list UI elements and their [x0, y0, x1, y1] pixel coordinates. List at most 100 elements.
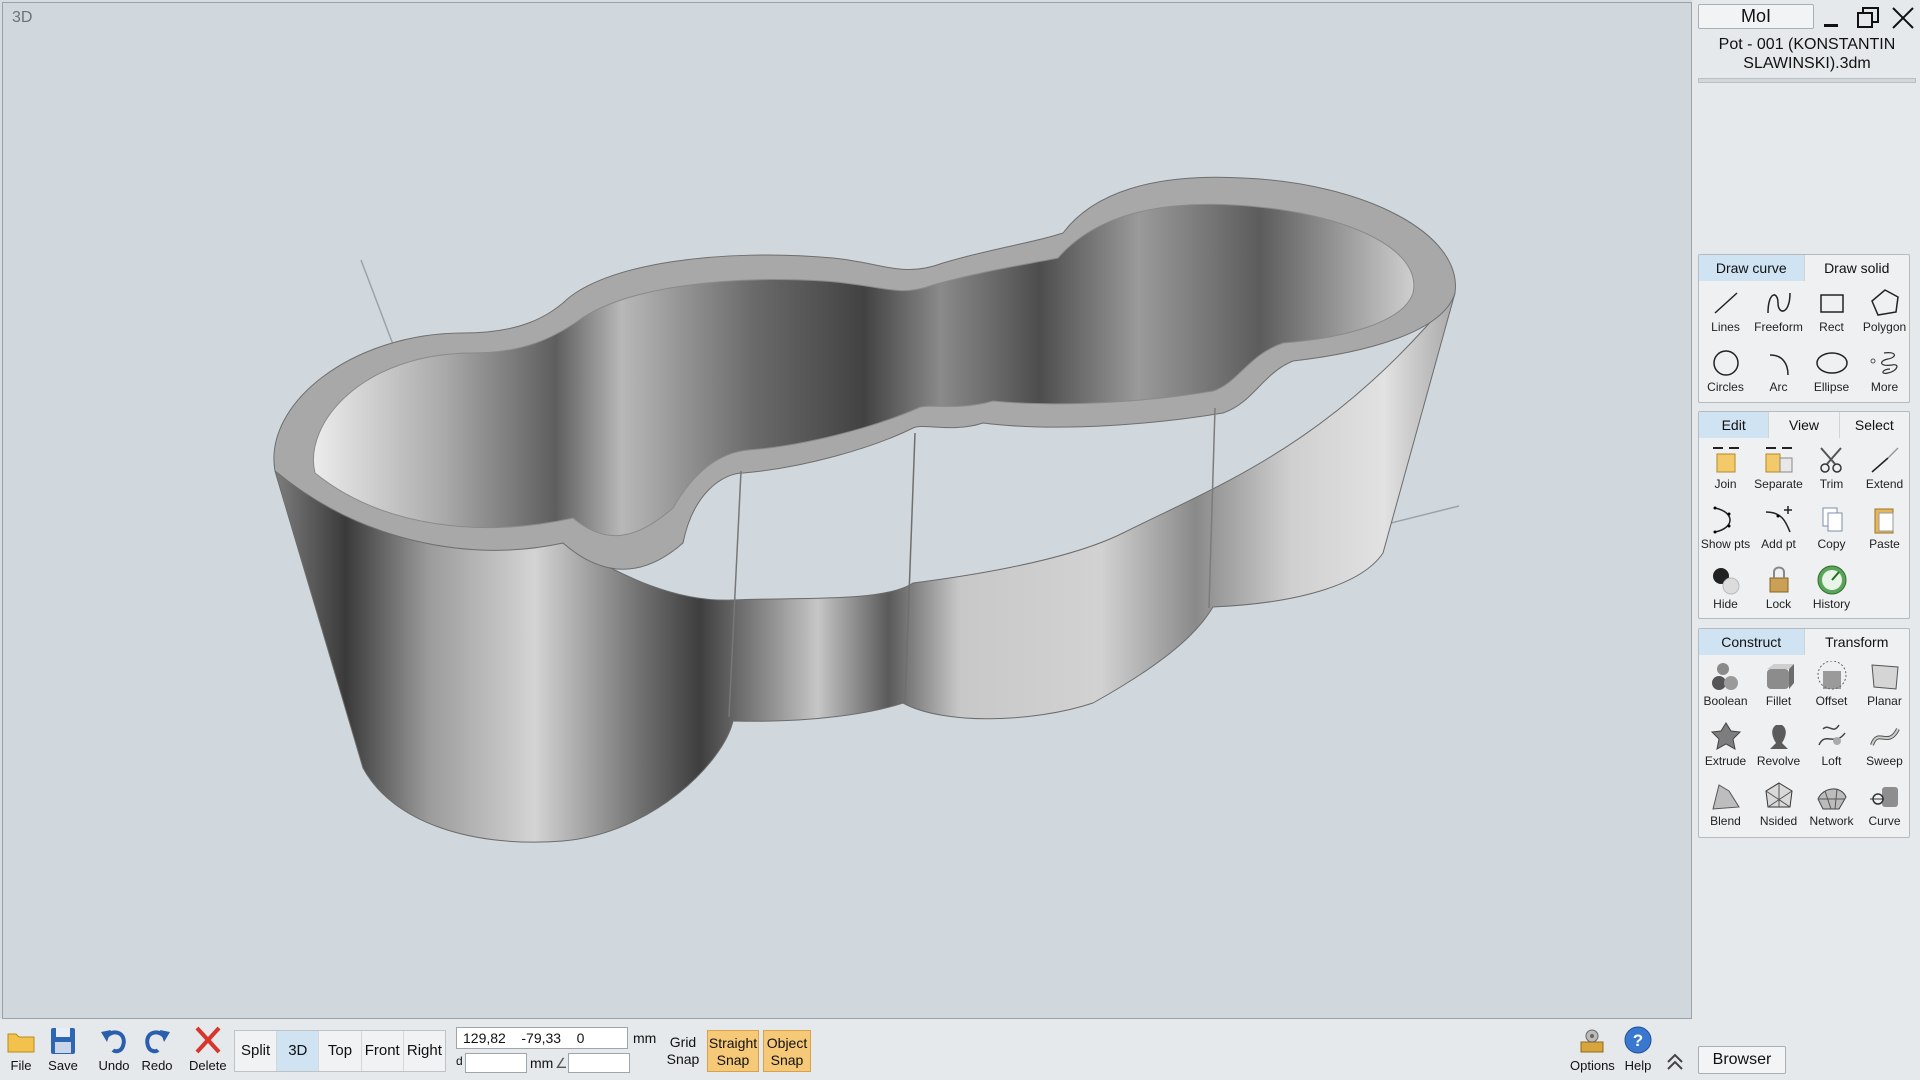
redo-button[interactable]: Redo	[140, 1024, 174, 1073]
save-label: Save	[48, 1058, 78, 1073]
straight-snap-line2: Snap	[716, 1052, 750, 1068]
tool-join[interactable]: Join	[1699, 438, 1752, 498]
tool-polygon[interactable]: Polygon	[1858, 281, 1911, 341]
tool-label: Sweep	[1866, 754, 1903, 768]
tool-copy[interactable]: Copy	[1805, 498, 1858, 558]
grid-snap-toggle[interactable]: Grid Snap	[662, 1030, 704, 1072]
fillet-icon	[1766, 664, 1794, 689]
tool-label: Network	[1809, 814, 1854, 828]
tool-label: Extend	[1865, 477, 1904, 491]
offset-icon	[1817, 661, 1846, 690]
tool-loft[interactable]: Loft	[1805, 715, 1858, 775]
tool-label: Freeform	[1754, 320, 1803, 334]
folder-icon	[7, 1033, 35, 1053]
freeform-icon	[1766, 292, 1791, 314]
tool-circles[interactable]: Circles	[1699, 341, 1752, 401]
save-icon	[51, 1028, 75, 1054]
tool-more[interactable]: More	[1858, 341, 1911, 401]
tool-boolean[interactable]: Boolean	[1699, 655, 1752, 715]
close-button[interactable]	[1890, 5, 1916, 31]
distance-input[interactable]	[465, 1053, 527, 1073]
file-button[interactable]: File	[4, 1024, 38, 1073]
delete-label: Delete	[189, 1058, 227, 1073]
view-split-button[interactable]: Split	[235, 1031, 278, 1071]
tool-network[interactable]: Network	[1805, 775, 1858, 835]
delete-x-icon	[195, 1026, 221, 1054]
view-front-button[interactable]: Front	[362, 1031, 404, 1071]
tool-trim[interactable]: Trim	[1805, 438, 1858, 498]
3d-viewport[interactable]: 3D	[2, 2, 1692, 1019]
undo-button[interactable]: Undo	[97, 1024, 131, 1073]
collapse-toggle[interactable]	[1664, 1050, 1686, 1075]
tool-show-pts[interactable]: Show pts	[1699, 498, 1752, 558]
tool-extrude[interactable]: Extrude	[1699, 715, 1752, 775]
tab-select[interactable]: Select	[1840, 412, 1909, 438]
tool-label: Offset	[1815, 694, 1848, 708]
file-label: File	[10, 1058, 32, 1073]
tool-freeform[interactable]: Freeform	[1752, 281, 1805, 341]
tool-label: Planar	[1867, 694, 1902, 708]
view-right-button[interactable]: Right	[404, 1031, 445, 1071]
tool-curve[interactable]: Curve	[1858, 775, 1911, 835]
planar-icon	[1870, 664, 1899, 690]
distance-unit: mm	[530, 1055, 554, 1071]
chevron-up-icon	[1667, 1053, 1683, 1070]
delete-button[interactable]: Delete	[189, 1024, 227, 1073]
extend-icon	[1871, 447, 1899, 473]
tab-construct[interactable]: Construct	[1699, 629, 1805, 655]
tool-add-pt[interactable]: Add pt	[1752, 498, 1805, 558]
minimize-button[interactable]	[1818, 5, 1844, 31]
save-button[interactable]: Save	[46, 1024, 80, 1073]
tool-label: Lock	[1765, 597, 1792, 611]
file-name-divider	[1698, 78, 1916, 83]
tool-planar[interactable]: Planar	[1858, 655, 1911, 715]
blend-icon	[1711, 784, 1740, 810]
tool-lock[interactable]: Lock	[1752, 558, 1805, 618]
coordinate-input[interactable]: 129,82 -79,33 0	[456, 1027, 628, 1049]
tool-ellipse[interactable]: Ellipse	[1805, 341, 1858, 401]
tool-offset[interactable]: Offset	[1805, 655, 1858, 715]
curve-icon	[1869, 787, 1898, 807]
tool-blend[interactable]: Blend	[1699, 775, 1752, 835]
tab-transform[interactable]: Transform	[1805, 629, 1910, 655]
help-button[interactable]: ? Help	[1621, 1024, 1655, 1073]
close-icon	[1892, 7, 1914, 29]
view-top-button[interactable]: Top	[319, 1031, 362, 1071]
tab-draw-solid[interactable]: Draw solid	[1805, 255, 1910, 281]
tool-label: Ellipse	[1813, 380, 1850, 394]
spiral-icon	[1870, 352, 1897, 374]
view-3d-button[interactable]: 3D	[277, 1031, 320, 1071]
tool-extend[interactable]: Extend	[1858, 438, 1911, 498]
tool-nsided[interactable]: Nsided	[1752, 775, 1805, 835]
tool-hide[interactable]: Hide	[1699, 558, 1752, 618]
tool-arc[interactable]: Arc	[1752, 341, 1805, 401]
tool-paste[interactable]: Paste	[1858, 498, 1911, 558]
angle-input[interactable]	[568, 1053, 630, 1073]
restore-icon	[1857, 7, 1879, 28]
tab-draw-curve[interactable]: Draw curve	[1699, 255, 1805, 281]
tool-label: Lines	[1711, 320, 1740, 334]
tab-view[interactable]: View	[1769, 412, 1840, 438]
tool-lines[interactable]: Lines	[1699, 281, 1752, 341]
app-title[interactable]: MoI	[1698, 4, 1814, 29]
tool-rect[interactable]: Rect	[1805, 281, 1858, 341]
straight-snap-toggle[interactable]: Straight Snap	[707, 1030, 759, 1072]
tool-fillet[interactable]: Fillet	[1752, 655, 1805, 715]
tool-separate[interactable]: Separate	[1752, 438, 1805, 498]
tool-sweep[interactable]: Sweep	[1858, 715, 1911, 775]
options-button[interactable]: Options	[1570, 1024, 1615, 1073]
object-snap-line2: Snap	[770, 1052, 804, 1068]
tab-edit[interactable]: Edit	[1699, 412, 1770, 438]
object-snap-toggle[interactable]: Object Snap	[763, 1030, 811, 1072]
grid-snap-line2: Snap	[666, 1051, 700, 1067]
tool-history[interactable]: History	[1805, 558, 1858, 618]
distance-prefix: d	[456, 1054, 463, 1068]
tool-label: Arc	[1769, 380, 1788, 394]
pot-model[interactable]	[3, 3, 1692, 1019]
tool-revolve[interactable]: Revolve	[1752, 715, 1805, 775]
maximize-button[interactable]	[1855, 5, 1881, 31]
tool-label: Boolean	[1703, 694, 1748, 708]
tool-label: Show pts	[1700, 537, 1751, 551]
browser-button[interactable]: Browser	[1698, 1046, 1786, 1074]
nsided-icon	[1764, 782, 1793, 808]
